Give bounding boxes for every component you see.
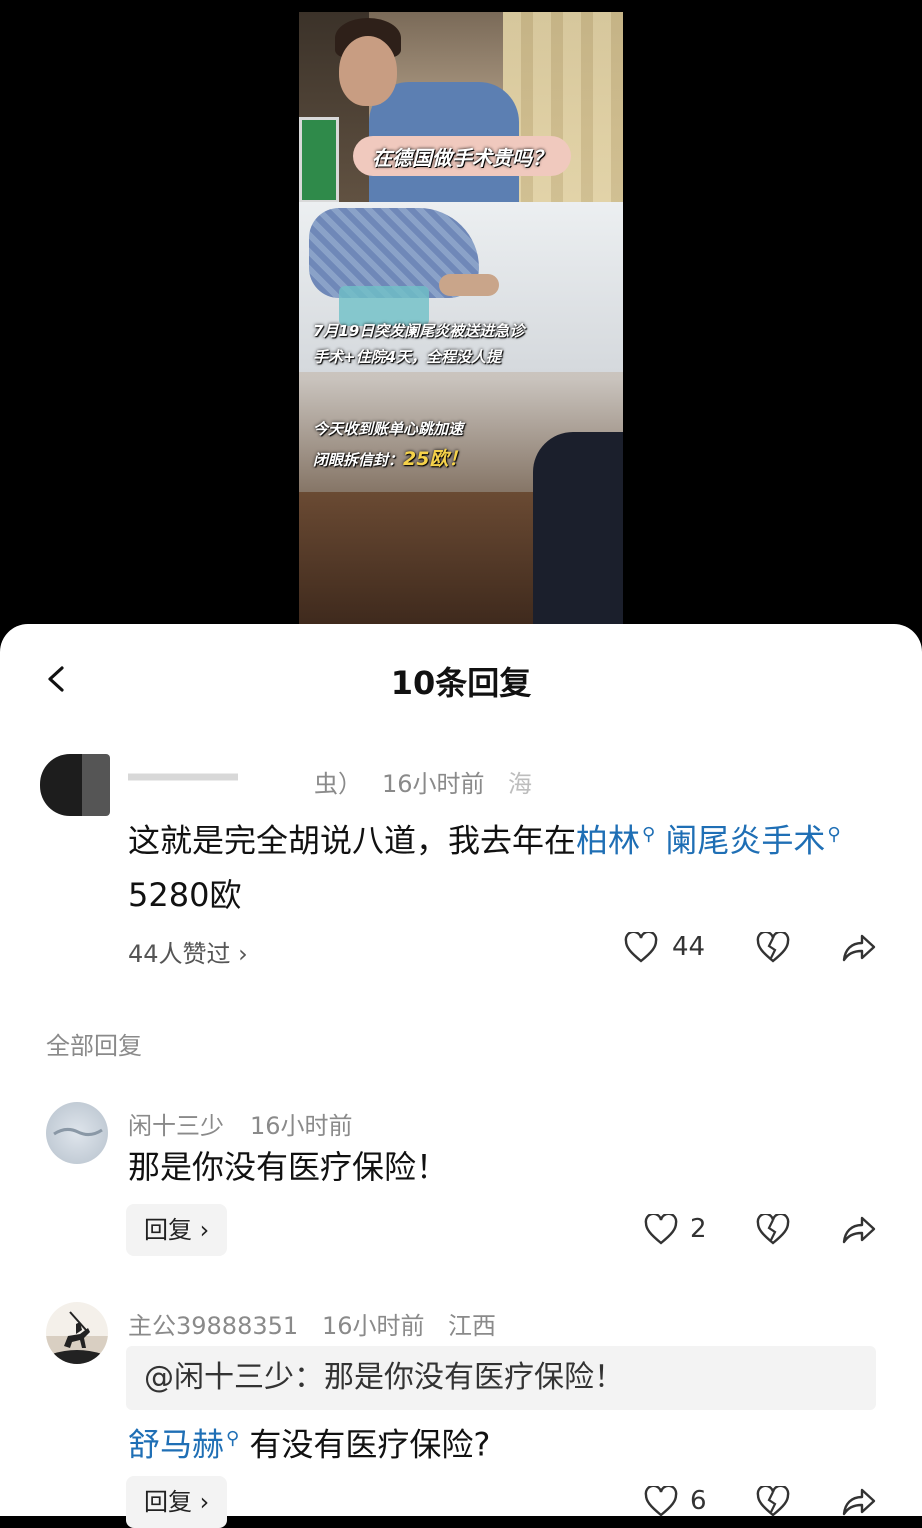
reply-text-body: 有没有医疗保险? [249, 1425, 491, 1464]
share-icon[interactable] [842, 1214, 876, 1246]
avatar[interactable] [40, 754, 110, 816]
share-icon[interactable] [842, 1486, 876, 1518]
avatar[interactable] [46, 1102, 108, 1164]
replies-sheet: 10条回复 虫） 16小时前 海 这就是完全胡说八道，我去年在柏林 ⚲ 阑尾炎手术… [0, 624, 922, 1528]
video-caption-line4: 闭眼拆信封：25欧！ [313, 446, 467, 473]
reply-author[interactable]: 闲十三少 [128, 1106, 224, 1141]
dislike-broken-heart-icon[interactable] [756, 1214, 790, 1246]
comment-text-suffix: 5280欧 [128, 875, 242, 914]
author-name-blurred [128, 760, 238, 794]
comment-text-prefix: 这就是完全胡说八道，我去年在 [128, 821, 577, 860]
video-caption-line3: 今天收到账单心跳加速 [313, 420, 464, 438]
reply-location: 江西 [448, 1312, 496, 1340]
comment-text: 这就是完全胡说八道，我去年在柏林 ⚲ 阑尾炎手术 ⚲ 5280欧 [128, 808, 888, 922]
video-nurse-face [339, 36, 397, 106]
reply-text: 那是你没有医疗保险！ [128, 1148, 449, 1186]
video-title-overlay: 在德国做手术贵吗？ [353, 136, 571, 176]
video-caption-line1: 7月19日突发阑尾炎被送进急诊 [313, 322, 525, 340]
reply-time: 16小时前 [250, 1112, 353, 1140]
video-caption-prefix: 闭眼拆信封： [313, 451, 404, 469]
dislike-broken-heart-icon[interactable] [756, 1486, 790, 1518]
video-person-leg [533, 432, 623, 624]
quoted-reply[interactable]: @闲十三少：那是你没有医疗保险！ [126, 1346, 876, 1410]
comment-time: 16小时前 [382, 770, 485, 798]
like-heart-icon[interactable] [624, 932, 658, 964]
reply-button[interactable]: 回复 › [126, 1204, 228, 1256]
video-player[interactable]: 在德国做手术贵吗？ 7月19日突发阑尾炎被送进急诊 手术+住院4天，全程没人提 … [299, 12, 623, 624]
reply-text: 舒马赫 ⚲ 有没有医疗保险? [128, 1412, 490, 1472]
liked-by-link[interactable]: 44人赞过 › [128, 934, 248, 969]
search-icon: ⚲ [642, 824, 656, 845]
keyword-link-schumacher[interactable]: 舒马赫 [128, 1426, 224, 1464]
avatar[interactable] [46, 1302, 108, 1364]
share-icon[interactable] [842, 932, 876, 964]
dislike-broken-heart-icon[interactable] [756, 932, 790, 964]
like-count: 44 [672, 932, 706, 962]
reply-time: 16小时前 [322, 1312, 425, 1340]
horseman-silhouette-icon [52, 1311, 102, 1364]
comment-author[interactable]: 虫） [314, 764, 362, 799]
video-caption-amount: 25欧！ [403, 448, 468, 470]
sheet-title: 10条回复 [390, 664, 532, 702]
like-heart-icon[interactable] [644, 1214, 678, 1246]
search-icon: ⚲ [827, 824, 841, 845]
reply-author[interactable]: 主公39888351 [128, 1306, 298, 1341]
video-monitor [299, 117, 339, 203]
like-count: 6 [690, 1486, 707, 1516]
avatar-image-icon [53, 1127, 103, 1137]
keyword-link-berlin[interactable]: 柏林 [576, 822, 640, 860]
video-caption-line2: 手术+住院4天，全程没人提 [313, 348, 502, 366]
like-heart-icon[interactable] [644, 1486, 678, 1518]
reply-button[interactable]: 回复 › [126, 1476, 228, 1528]
keyword-link-appendectomy[interactable]: 阑尾炎手术 [665, 822, 825, 860]
all-replies-label: 全部回复 [46, 1032, 142, 1060]
search-icon: ⚲ [226, 1428, 240, 1449]
comment-location: 海 [508, 770, 532, 798]
video-arm [439, 274, 499, 296]
like-count: 2 [690, 1214, 707, 1244]
